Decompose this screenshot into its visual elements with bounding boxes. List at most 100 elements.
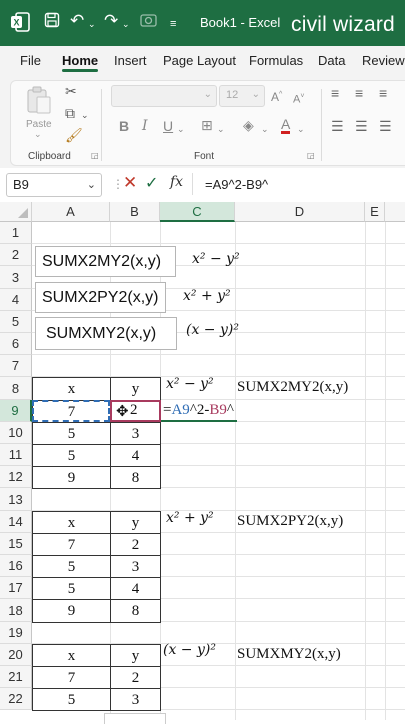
underline-dropdown-icon[interactable]: ⌄	[177, 121, 185, 137]
italic-icon[interactable]: I	[142, 118, 148, 134]
name-box[interactable]: B9 ⌄	[6, 173, 102, 197]
align-left-icon[interactable]: ☰	[331, 118, 344, 134]
font-name-dropdown[interactable]: ⌄	[111, 85, 217, 107]
row-header-4[interactable]: 4	[0, 289, 32, 311]
table-header-cell[interactable]: x	[32, 377, 111, 401]
align-right-icon[interactable]: ☰	[379, 118, 392, 134]
tab-home[interactable]: Home	[62, 53, 98, 68]
select-all-corner[interactable]	[0, 202, 32, 222]
table-cell[interactable]: 7	[32, 666, 111, 689]
tab-review[interactable]: Review	[362, 53, 405, 68]
copy-icon[interactable]: ⧉	[65, 105, 75, 121]
row-header-15[interactable]: 15	[0, 533, 32, 555]
borders-icon[interactable]: ⊞	[201, 117, 213, 133]
column-header-c[interactable]: C	[160, 202, 235, 222]
table-cell[interactable]: 4	[110, 577, 161, 600]
table-cell[interactable]: 2	[110, 533, 161, 556]
row-header-17[interactable]: 17	[0, 577, 32, 599]
row-header-2[interactable]: 2	[0, 244, 32, 266]
table-cell[interactable]: 3	[110, 688, 161, 711]
undo-icon[interactable]: ↶	[70, 11, 84, 31]
row-header-18[interactable]: 18	[0, 599, 32, 622]
row-header-1[interactable]: 1	[0, 222, 32, 244]
table-cell[interactable]: 2	[110, 666, 161, 689]
redo-icon[interactable]: ↷	[104, 11, 118, 31]
row-header-21[interactable]: 21	[0, 666, 32, 688]
font-launcher-icon[interactable]: ◲	[307, 151, 315, 160]
table-cell[interactable]: 5	[32, 555, 111, 578]
in-cell-formula[interactable]: =A9^2-B9^	[163, 402, 234, 419]
table-cell[interactable]: 8	[110, 599, 161, 623]
table-cell[interactable]: 7	[32, 533, 111, 556]
column-header-b[interactable]: B	[110, 202, 160, 222]
tab-data[interactable]: Data	[318, 53, 345, 68]
sheet-tab[interactable]	[104, 713, 166, 724]
table-cell[interactable]: 5	[32, 688, 111, 711]
decrease-font-icon[interactable]: A˅	[293, 89, 304, 108]
table-cell[interactable]: 9	[32, 599, 111, 623]
cut-icon[interactable]: ✂	[65, 83, 77, 99]
font-size-dropdown[interactable]: 12 ⌄	[219, 85, 265, 107]
cancel-icon[interactable]: ✕	[123, 173, 137, 193]
row-header-22[interactable]: 22	[0, 688, 32, 710]
borders-dropdown-icon[interactable]: ⌄	[217, 121, 225, 137]
row-header-13[interactable]: 13	[0, 488, 32, 511]
table-cell[interactable]: 3	[110, 422, 161, 445]
camera-icon[interactable]	[140, 12, 157, 32]
row-header-16[interactable]: 16	[0, 555, 32, 577]
bottom-align-icon[interactable]: ≡	[379, 85, 387, 101]
table-cell[interactable]: 8	[110, 466, 161, 489]
paste-dropdown-icon[interactable]: ⌄	[34, 129, 42, 140]
row-header-7[interactable]: 7	[0, 355, 32, 377]
font-color-icon[interactable]: A	[281, 117, 291, 134]
column-header-a[interactable]: A	[32, 202, 110, 222]
table-header-cell[interactable]: x	[32, 644, 111, 667]
undo-dropdown-icon[interactable]: ⌄	[88, 14, 96, 34]
table-header-cell[interactable]: y	[110, 377, 161, 401]
clipboard-launcher-icon[interactable]: ◲	[91, 151, 99, 160]
table-header-cell[interactable]: y	[110, 511, 161, 534]
copy-dropdown-icon[interactable]: ⌄	[81, 107, 89, 123]
table-header-cell[interactable]: x	[32, 511, 111, 534]
paste-icon[interactable]	[25, 85, 53, 115]
enter-check-icon[interactable]: ✓	[145, 173, 158, 193]
tab-formulas[interactable]: Formulas	[249, 53, 303, 68]
table-cell[interactable]: 3	[110, 555, 161, 578]
table-cell[interactable]: 5	[32, 422, 111, 445]
row-header-8[interactable]: 8	[0, 377, 32, 400]
redo-dropdown-icon[interactable]: ⌄	[122, 14, 130, 34]
column-header-e[interactable]: E	[365, 202, 385, 222]
row-header-3[interactable]: 3	[0, 266, 32, 289]
column-header-f[interactable]	[385, 202, 405, 222]
insert-function-icon[interactable]: fx	[170, 174, 183, 190]
row-header-19[interactable]: 19	[0, 622, 32, 644]
row-header-11[interactable]: 11	[0, 444, 32, 466]
row-header-9[interactable]: 9	[0, 400, 32, 422]
bold-icon[interactable]: B	[119, 118, 129, 134]
increase-font-icon[interactable]: A^	[271, 87, 282, 105]
table-cell[interactable]: 9	[32, 466, 111, 489]
tab-insert[interactable]: Insert	[114, 53, 147, 68]
top-align-icon[interactable]: ≡	[331, 85, 339, 101]
customize-icon[interactable]: ≡	[170, 14, 176, 34]
underline-icon[interactable]: U	[163, 118, 173, 134]
table-header-cell[interactable]: y	[110, 644, 161, 667]
row-header-12[interactable]: 12	[0, 466, 32, 488]
table-cell[interactable]: 4	[110, 444, 161, 467]
middle-align-icon[interactable]: ≡	[355, 85, 363, 101]
formula-input[interactable]: =A9^2-B9^	[192, 173, 403, 195]
save-icon[interactable]	[44, 12, 60, 33]
row-header-6[interactable]: 6	[0, 333, 32, 355]
row-header-10[interactable]: 10	[0, 422, 32, 444]
row-header-14[interactable]: 14	[0, 511, 32, 533]
table-cell[interactable]: 5	[32, 577, 111, 600]
align-center-icon[interactable]: ☰	[355, 118, 368, 134]
fill-dropdown-icon[interactable]: ⌄	[261, 121, 269, 137]
tab-page-layout[interactable]: Page Layout	[163, 53, 236, 68]
font-color-dropdown-icon[interactable]: ⌄	[297, 121, 305, 137]
tab-file[interactable]: File	[20, 53, 41, 68]
row-header-5[interactable]: 5	[0, 311, 32, 333]
table-cell[interactable]: 5	[32, 444, 111, 467]
column-header-d[interactable]: D	[235, 202, 365, 222]
row-header-20[interactable]: 20	[0, 644, 32, 666]
